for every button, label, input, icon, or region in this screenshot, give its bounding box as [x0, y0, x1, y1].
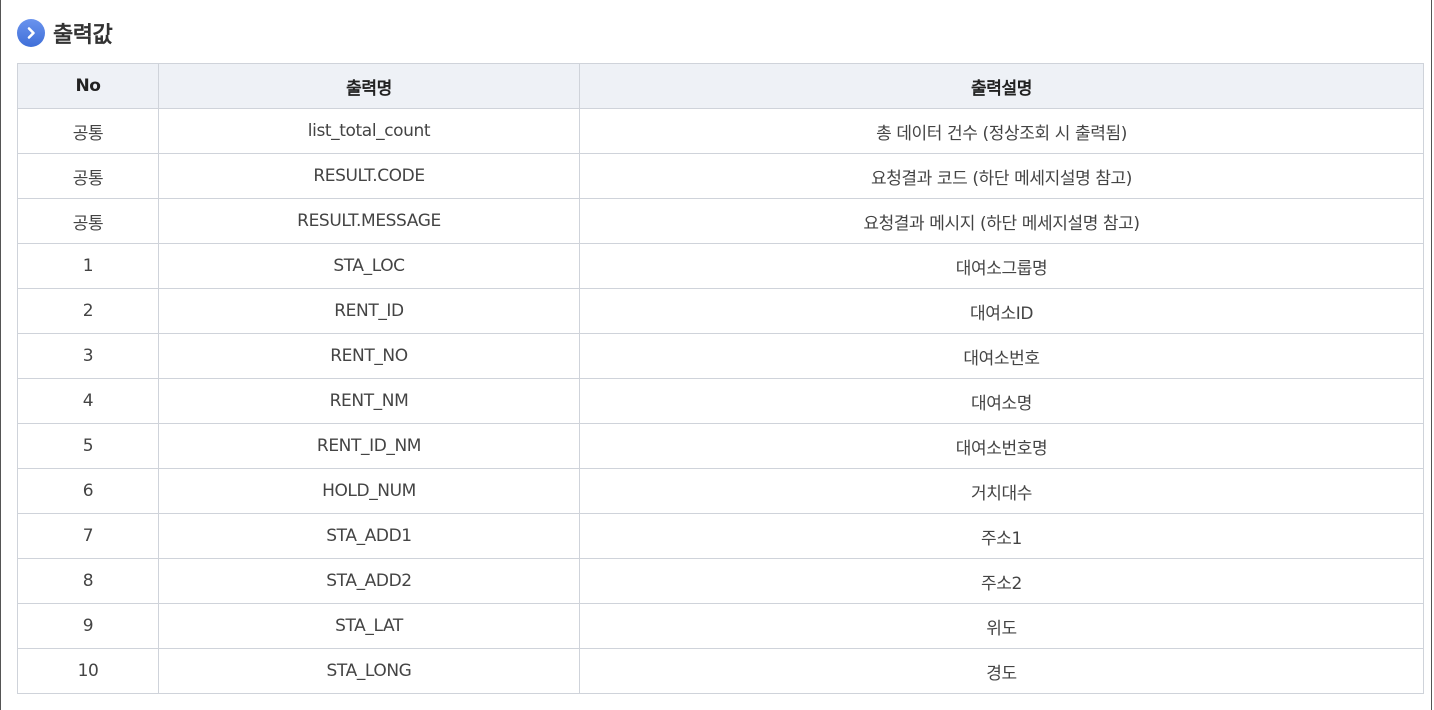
table-row: 7 STA_ADD1 주소1 — [17, 513, 1424, 559]
cell-no: 3 — [17, 333, 159, 379]
cell-output-name: STA_ADD2 — [158, 558, 580, 604]
table-row: 공통 RESULT.MESSAGE 요청결과 메시지 (하단 메세지설명 참고) — [17, 198, 1424, 244]
cell-output-description: 대여소번호 — [579, 333, 1424, 379]
table-row: 공통 RESULT.CODE 요청결과 코드 (하단 메세지설명 참고) — [17, 153, 1424, 199]
table-row: 9 STA_LAT 위도 — [17, 603, 1424, 649]
column-header-name: 출력명 — [158, 63, 580, 109]
cell-no: 공통 — [17, 198, 159, 244]
cell-output-description: 주소1 — [579, 513, 1424, 559]
cell-output-name: STA_LONG — [158, 648, 580, 694]
cell-output-description: 요청결과 코드 (하단 메세지설명 참고) — [579, 153, 1424, 199]
cell-output-name: RENT_ID — [158, 288, 580, 334]
cell-output-name: HOLD_NUM — [158, 468, 580, 514]
cell-no: 9 — [17, 603, 159, 649]
cell-output-name: list_total_count — [158, 108, 580, 154]
section-title: 출력값 — [53, 23, 113, 48]
cell-no: 8 — [17, 558, 159, 604]
cell-no: 4 — [17, 378, 159, 424]
cell-output-description: 위도 — [579, 603, 1424, 649]
table-row: 10 STA_LONG 경도 — [17, 648, 1424, 694]
cell-output-description: 경도 — [579, 648, 1424, 694]
cell-output-description: 대여소ID — [579, 288, 1424, 334]
page-frame: 출력값 No 출력명 출력설명 공통 list_total_count 총 데이터 … — [0, 0, 1432, 710]
cell-output-name: STA_LAT — [158, 603, 580, 649]
table-row: 2 RENT_ID 대여소ID — [17, 288, 1424, 334]
table-row: 3 RENT_NO 대여소번호 — [17, 333, 1424, 379]
cell-output-description: 대여소번호명 — [579, 423, 1424, 469]
column-header-no: No — [17, 63, 159, 109]
output-table: No 출력명 출력설명 공통 list_total_count 총 데이터 건수 (… — [17, 63, 1424, 694]
cell-output-description: 주소2 — [579, 558, 1424, 604]
section-header: 출력값 — [17, 17, 113, 49]
cell-no: 5 — [17, 423, 159, 469]
table-row: 5 RENT_ID_NM 대여소번호명 — [17, 423, 1424, 469]
cell-no: 공통 — [17, 153, 159, 199]
table-row: 6 HOLD_NUM 거치대수 — [17, 468, 1424, 514]
cell-output-name: STA_LOC — [158, 243, 580, 289]
table-row: 공통 list_total_count 총 데이터 건수 (정상조회 시 출력됨) — [17, 108, 1424, 154]
cell-output-description: 요청결과 메시지 (하단 메세지설명 참고) — [579, 198, 1424, 244]
table-row: 8 STA_ADD2 주소2 — [17, 558, 1424, 604]
cell-output-description: 대여소그룹명 — [579, 243, 1424, 289]
cell-no: 1 — [17, 243, 159, 289]
cell-output-name: RENT_NO — [158, 333, 580, 379]
cell-output-description: 거치대수 — [579, 468, 1424, 514]
cell-output-name: RESULT.MESSAGE — [158, 198, 580, 244]
cell-output-name: RENT_ID_NM — [158, 423, 580, 469]
table-header-row: No 출력명 출력설명 — [17, 63, 1424, 109]
cell-output-name: RENT_NM — [158, 378, 580, 424]
table-row: 4 RENT_NM 대여소명 — [17, 378, 1424, 424]
cell-no: 10 — [17, 648, 159, 694]
cell-output-name: STA_ADD1 — [158, 513, 580, 559]
chevron-right-circle-icon — [17, 19, 45, 47]
column-header-description: 출력설명 — [579, 63, 1424, 109]
table-row: 1 STA_LOC 대여소그룹명 — [17, 243, 1424, 289]
cell-output-description: 대여소명 — [579, 378, 1424, 424]
cell-output-name: RESULT.CODE — [158, 153, 580, 199]
cell-output-description: 총 데이터 건수 (정상조회 시 출력됨) — [579, 108, 1424, 154]
cell-no: 2 — [17, 288, 159, 334]
cell-no: 7 — [17, 513, 159, 559]
cell-no: 공통 — [17, 108, 159, 154]
cell-no: 6 — [17, 468, 159, 514]
